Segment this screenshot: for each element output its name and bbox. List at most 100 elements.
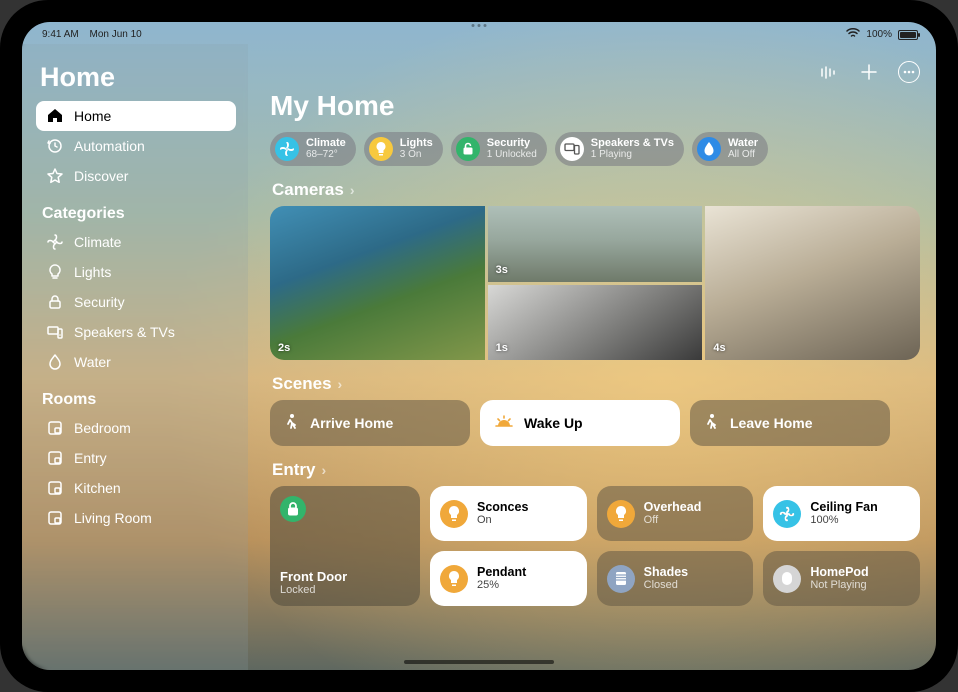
section-header-scenes[interactable]: Scenes›	[272, 374, 920, 394]
tile-sub: Closed	[644, 579, 688, 591]
chip-sub: 1 Playing	[591, 150, 674, 161]
chip-speakers[interactable]: Speakers & TVs1 Playing	[555, 132, 684, 166]
add-button[interactable]	[858, 61, 880, 83]
main-content: My Home Climate68–72° Lights3 On Securit…	[248, 44, 936, 670]
sidebar: Home Home Automation Discover Categories…	[22, 44, 248, 670]
battery-pct: 100%	[866, 29, 892, 40]
room-icon	[46, 479, 64, 497]
bulb-icon	[607, 500, 635, 528]
tile-ceiling-fan[interactable]: Ceiling Fan100%	[763, 486, 920, 541]
camera-timestamp: 1s	[496, 342, 508, 354]
scene-label: Leave Home	[730, 415, 812, 431]
chevron-right-icon: ›	[321, 462, 326, 478]
tile-overhead[interactable]: OverheadOff	[597, 486, 754, 541]
bulb-icon	[440, 500, 468, 528]
room-icon	[46, 419, 64, 437]
wifi-icon	[846, 28, 860, 41]
camera-timestamp: 4s	[713, 342, 725, 354]
sidebar-item-label: Kitchen	[74, 480, 121, 496]
camera-tile-pool[interactable]: 2s	[270, 206, 485, 360]
scene-wake-up[interactable]: Wake Up	[480, 400, 680, 446]
tile-label: Pendant	[477, 566, 526, 580]
camera-tile-drive[interactable]: 3s	[488, 206, 703, 282]
sidebar-item-label: Climate	[74, 234, 121, 250]
tile-pendant[interactable]: Pendant25%	[430, 551, 587, 606]
room-icon	[46, 509, 64, 527]
tile-sub: Locked	[280, 584, 410, 596]
sidebar-item-security[interactable]: Security	[36, 287, 236, 317]
tile-label: Ceiling Fan	[810, 501, 877, 515]
fan-icon	[275, 137, 299, 161]
person-walk-icon	[284, 413, 300, 434]
chip-label: Climate	[306, 138, 346, 150]
camera-timestamp: 2s	[278, 342, 290, 354]
chip-water[interactable]: WaterAll Off	[692, 132, 768, 166]
sidebar-item-speakers[interactable]: Speakers & TVs	[36, 317, 236, 347]
tile-label: HomePod	[810, 566, 868, 580]
sidebar-item-label: Entry	[74, 450, 107, 466]
fan-icon	[46, 233, 64, 251]
sidebar-item-lights[interactable]: Lights	[36, 257, 236, 287]
sidebar-item-discover[interactable]: Discover	[36, 161, 236, 191]
sidebar-item-label: Living Room	[74, 510, 152, 526]
home-indicator[interactable]	[404, 660, 554, 664]
chip-sub: All Off	[728, 150, 758, 161]
status-chips-row: Climate68–72° Lights3 On Security1 Unloc…	[270, 132, 920, 166]
chip-label: Security	[487, 138, 537, 150]
sidebar-item-climate[interactable]: Climate	[36, 227, 236, 257]
lock-icon	[456, 137, 480, 161]
sidebar-item-label: Lights	[74, 264, 111, 280]
sidebar-item-livingroom[interactable]: Living Room	[36, 503, 236, 533]
tile-front-door[interactable]: Front Door Locked	[270, 486, 420, 606]
chip-security[interactable]: Security1 Unlocked	[451, 132, 547, 166]
status-time: 9:41 AM	[42, 29, 79, 40]
sidebar-item-label: Home	[74, 108, 111, 124]
camera-tile-living[interactable]: 4s	[705, 206, 920, 360]
sidebar-item-entry[interactable]: Entry	[36, 443, 236, 473]
chip-sub: 3 On	[400, 150, 433, 161]
status-date: Mon Jun 10	[89, 29, 141, 40]
clock-arrow-icon	[46, 137, 64, 155]
tile-sub: 25%	[477, 579, 526, 591]
bulb-icon	[440, 565, 468, 593]
page-title: My Home	[270, 90, 920, 122]
tile-sconces[interactable]: SconcesOn	[430, 486, 587, 541]
homepod-icon	[773, 565, 801, 593]
drop-icon	[46, 353, 64, 371]
scene-leave-home[interactable]: Leave Home	[690, 400, 890, 446]
tile-label: Overhead	[644, 501, 702, 515]
shades-icon	[607, 565, 635, 593]
person-walk-icon	[704, 413, 720, 434]
section-header-cameras[interactable]: Cameras›	[272, 180, 920, 200]
tile-label: Front Door	[280, 569, 410, 584]
camera-tile-garage[interactable]: 1s	[488, 285, 703, 361]
fan-icon	[773, 500, 801, 528]
tile-shades[interactable]: ShadesClosed	[597, 551, 754, 606]
sidebar-item-label: Discover	[74, 168, 128, 184]
sidebar-item-bedroom[interactable]: Bedroom	[36, 413, 236, 443]
sidebar-item-automation[interactable]: Automation	[36, 131, 236, 161]
chip-sub: 68–72°	[306, 150, 346, 161]
tv-speaker-icon	[560, 137, 584, 161]
sidebar-item-home[interactable]: Home	[36, 101, 236, 131]
tile-sub: Off	[644, 514, 702, 526]
sunrise-icon	[494, 414, 514, 433]
sidebar-item-label: Bedroom	[74, 420, 131, 436]
more-button[interactable]	[898, 61, 920, 83]
chip-climate[interactable]: Climate68–72°	[270, 132, 356, 166]
scene-arrive-home[interactable]: Arrive Home	[270, 400, 470, 446]
battery-icon	[898, 30, 918, 40]
tile-homepod[interactable]: HomePodNot Playing	[763, 551, 920, 606]
chip-lights[interactable]: Lights3 On	[364, 132, 443, 166]
bulb-icon	[46, 263, 64, 281]
section-header-entry[interactable]: Entry›	[272, 460, 920, 480]
sidebar-item-water[interactable]: Water	[36, 347, 236, 377]
chevron-right-icon: ›	[350, 182, 355, 198]
sidebar-title: Home	[36, 62, 236, 93]
sidebar-item-kitchen[interactable]: Kitchen	[36, 473, 236, 503]
scene-label: Arrive Home	[310, 415, 393, 431]
tv-speaker-icon	[46, 323, 64, 341]
announce-icon[interactable]	[818, 61, 840, 83]
sidebar-item-label: Security	[74, 294, 125, 310]
tile-sub: Not Playing	[810, 579, 868, 591]
